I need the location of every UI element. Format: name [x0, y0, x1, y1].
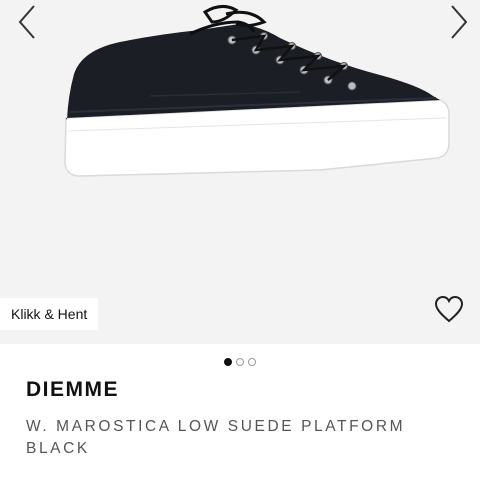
chevron-right-icon [451, 5, 468, 39]
image-pager [0, 358, 480, 366]
pager-dot[interactable] [236, 358, 244, 366]
product-image-gallery[interactable]: Klikk & Hent [0, 0, 480, 344]
pager-dot[interactable] [224, 358, 232, 366]
previous-image-button[interactable] [10, 2, 44, 42]
brand-name[interactable]: DIEMME [26, 378, 119, 402]
wishlist-button[interactable] [432, 292, 466, 326]
pager-dot[interactable] [248, 358, 256, 366]
pickup-badge: Klikk & Hent [0, 298, 99, 330]
heart-outline-icon [434, 295, 464, 323]
chevron-left-icon [18, 5, 35, 39]
product-name: W. MAROSTICA LOW SUEDE PLATFORM BLACK [26, 418, 406, 457]
product-image [64, 5, 450, 177]
next-image-button[interactable] [442, 2, 476, 42]
